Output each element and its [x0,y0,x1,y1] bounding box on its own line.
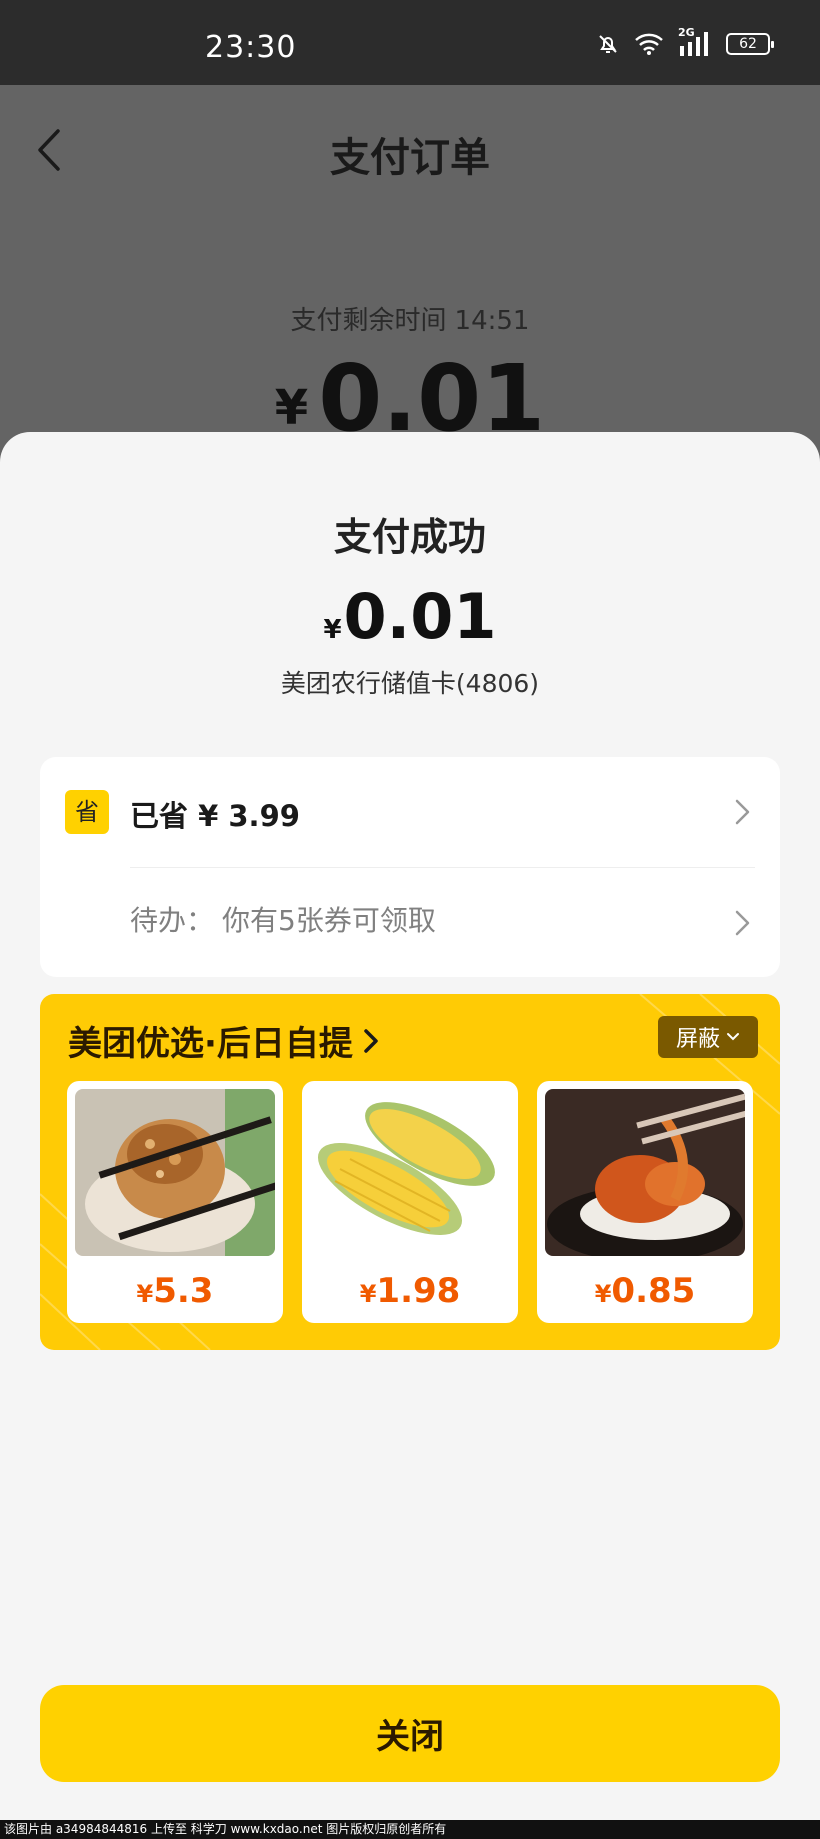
savings-row[interactable]: 省 已省 ¥ 3.99 [40,757,780,867]
coupon-text: 你有5张券可领取 [222,904,436,937]
status-bar: 23:30 2G 62 [0,0,820,85]
currency-symbol: ¥ [594,1280,612,1308]
price-value: 5.3 [153,1271,214,1311]
promo-title: 美团优选·后日自提 [68,1024,353,1064]
paid-amount-value: 0.01 [343,580,497,653]
chevron-right-icon [735,910,750,936]
product-price: ¥0.85 [537,1271,753,1311]
page-title: 支付订单 [330,135,490,181]
chevron-right-icon [364,1028,378,1053]
battery-icon: 62 [726,33,774,55]
status-time: 23:30 [205,30,297,65]
cell-signal: 2G [678,26,712,58]
block-label: 屏蔽 [675,1027,720,1052]
product-card[interactable]: ¥0.85 [537,1081,753,1323]
timer-value: 14:51 [454,306,530,336]
currency-symbol: ¥ [136,1280,154,1308]
savings-label: 已省 ¥ 3.99 [130,799,300,833]
currency-symbol: ¥ [359,1280,377,1308]
savings-card: 省 已省 ¥ 3.99 待办： 你有5张券可领取 [40,757,780,977]
product-price: ¥1.98 [302,1271,518,1311]
payment-order-page: 支付订单 支付剩余时间 14:51 ¥0.01 [0,85,820,485]
paid-amount: ¥0.01 [0,580,820,653]
payment-timer: 支付剩余时间 14:51 [0,300,820,337]
block-button[interactable]: 屏蔽 [658,1016,758,1058]
mute-bell-icon [599,35,617,53]
chevron-right-icon [735,799,750,825]
todo-label: 待办： [130,904,215,937]
product-price: ¥5.3 [67,1271,283,1311]
close-button[interactable]: 关闭 [40,1685,780,1782]
corn-photo [310,1089,510,1256]
watermark-text: 该图片由 a34984844816 上传至 科学刀 www.kxdao.net … [0,1820,820,1839]
todo-text: 待办： 你有5张券可领取 [130,899,436,939]
currency-symbol: ¥ [274,380,309,436]
promo-title-link[interactable]: 美团优选·后日自提 [68,1016,379,1065]
savings-badge: 省 [65,790,109,834]
success-title: 支付成功 [333,515,486,559]
currency-symbol: ¥ [323,615,342,645]
product-card[interactable]: ¥5.3 [67,1081,283,1323]
chevron-down-icon [727,1033,739,1041]
battery-level: 62 [739,36,757,52]
product-card[interactable]: ¥1.98 [302,1081,518,1323]
signal-icon [680,32,708,56]
dumpling-photo [75,1089,275,1256]
braised-dish-photo [545,1089,745,1256]
payment-success-sheet: 支付成功 ¥0.01 美团农行储值卡(4806) 省 已省 ¥ 3.99 待办：… [0,432,820,1839]
payment-card: 美团农行储值卡(4806) [280,669,540,698]
timer-label: 支付剩余时间 [290,306,447,336]
price-value: 0.85 [611,1271,696,1311]
price-value: 1.98 [376,1271,461,1311]
wifi-icon [635,33,663,55]
product-list: ¥5.3 ¥1.98 ¥0.85 [67,1081,753,1323]
status-icons: 2G 62 [596,26,774,58]
promo-panel: 美团优选·后日自提 屏蔽 ¥5.3 ¥1.98 ¥0.85 [40,994,780,1350]
todo-row[interactable]: 待办： 你有5张券可领取 [40,868,780,977]
